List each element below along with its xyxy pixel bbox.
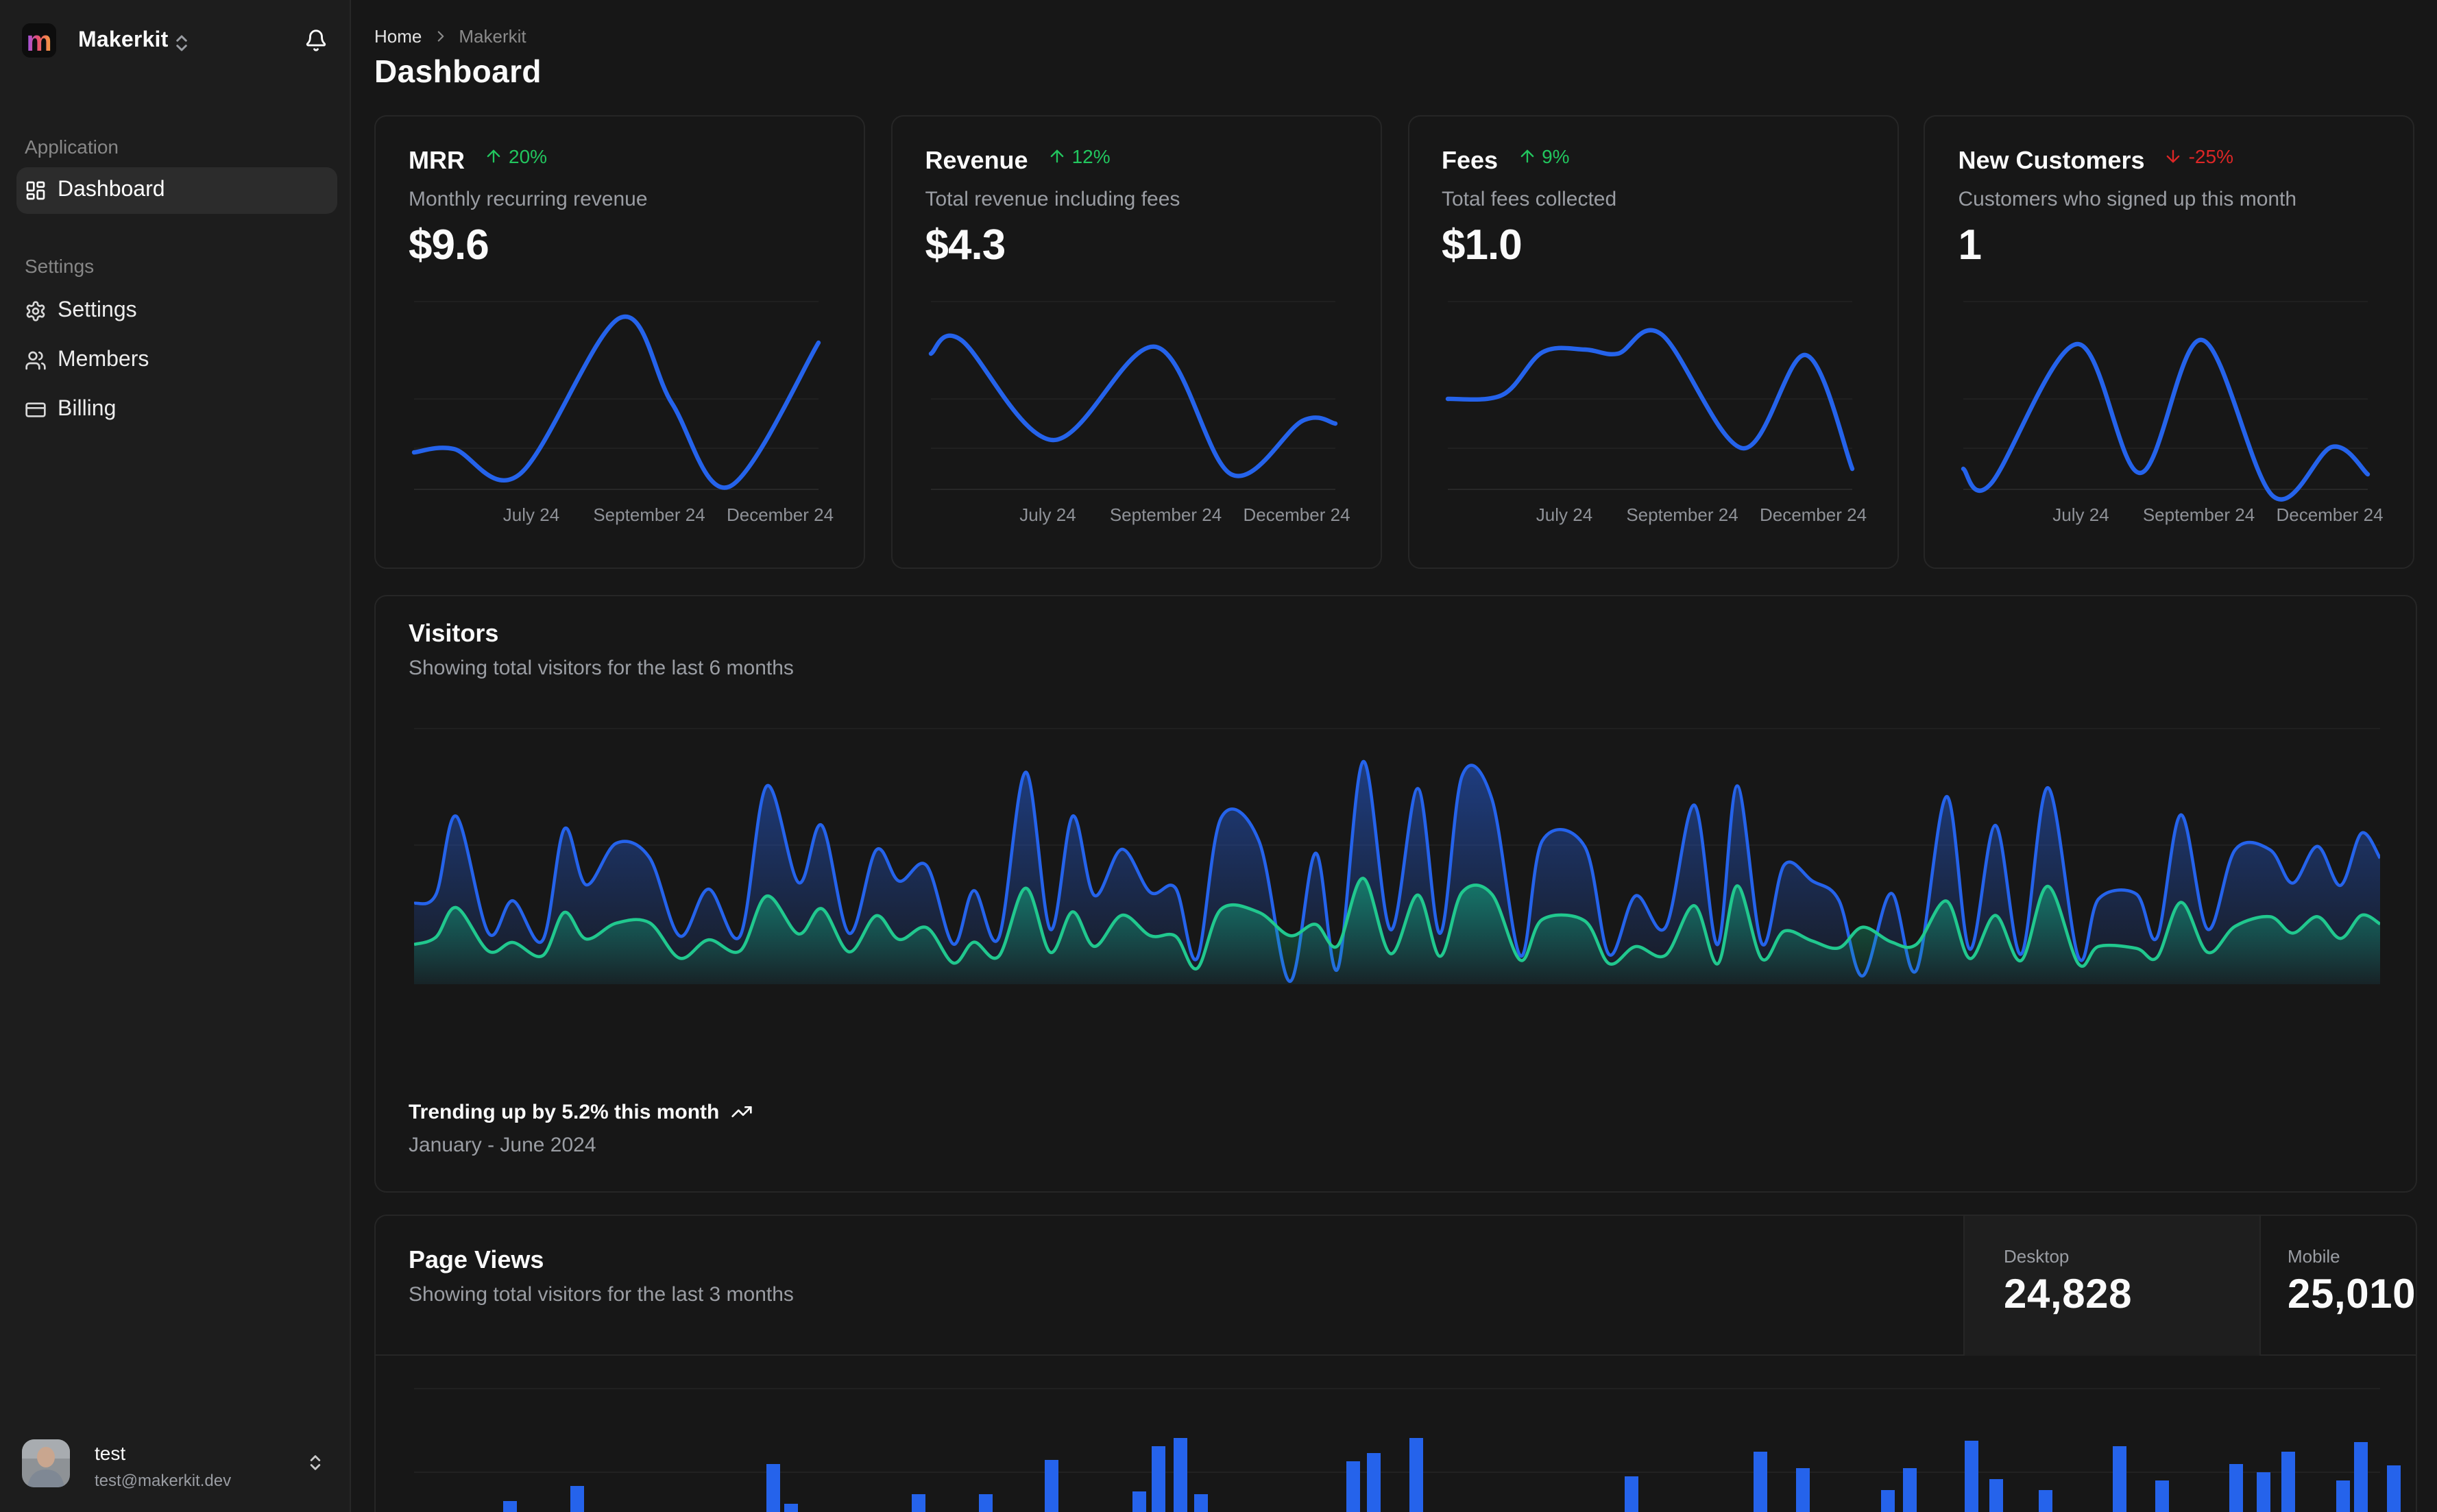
svg-text:m: m (26, 25, 51, 57)
